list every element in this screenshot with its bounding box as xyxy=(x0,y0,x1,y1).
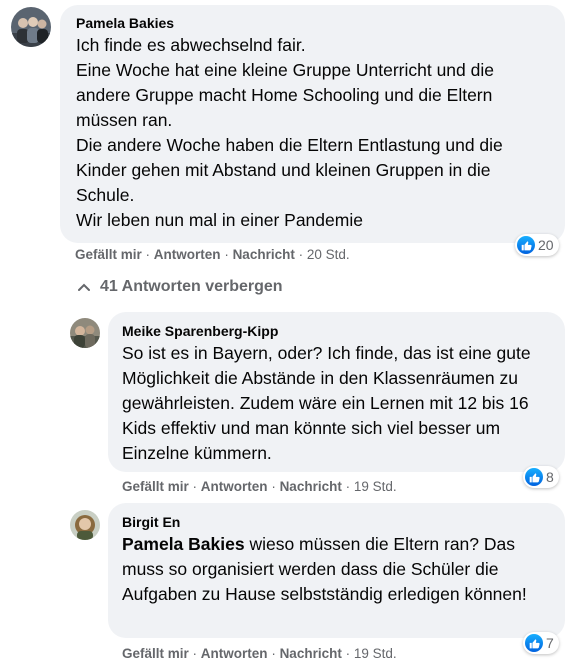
reply-button[interactable]: Antworten xyxy=(154,247,221,262)
timestamp[interactable]: 20 Std. xyxy=(307,247,350,262)
chevron-up-icon xyxy=(78,283,90,291)
reply-actions: Gefällt mir · Antworten · Nachricht · 19… xyxy=(122,478,397,496)
hide-replies-label: 41 Antworten verbergen xyxy=(100,278,283,295)
comment-author[interactable]: Pamela Bakies xyxy=(76,14,551,32)
reply-author[interactable]: Meike Sparenberg-Kipp xyxy=(122,322,551,340)
reaction-count: 8 xyxy=(546,469,554,485)
avatar-photo-icon xyxy=(70,510,100,540)
comment-line: Eine Woche hat eine kleine Gruppe Unterr… xyxy=(76,60,494,130)
separator: · xyxy=(345,479,354,494)
avatar-meike-sparenberg-kipp[interactable] xyxy=(70,318,100,348)
reply-actions: Gefällt mir · Antworten · Nachricht · 19… xyxy=(122,645,397,663)
separator: · xyxy=(345,646,354,661)
separator: · xyxy=(298,247,307,262)
reply-bubble: Meike Sparenberg-Kipp So ist es in Bayer… xyxy=(108,312,565,472)
like-button[interactable]: Gefällt mir xyxy=(122,479,189,494)
hide-replies-toggle[interactable]: 41 Antworten verbergen xyxy=(78,278,283,296)
reaction-count: 20 xyxy=(538,237,554,253)
message-button[interactable]: Nachricht xyxy=(280,479,342,494)
message-button[interactable]: Nachricht xyxy=(280,646,342,661)
like-button[interactable]: Gefällt mir xyxy=(75,247,142,262)
comment-line: Die andere Woche haben die Eltern Entlas… xyxy=(76,135,503,205)
reply-text: Pamela Bakies wieso müssen die Eltern ra… xyxy=(122,532,551,607)
mention-link[interactable]: Pamela Bakies xyxy=(122,534,245,554)
reply-button[interactable]: Antworten xyxy=(201,479,268,494)
separator: · xyxy=(224,247,233,262)
comment-text: Ich finde es abwechselnd fair. Eine Woch… xyxy=(76,33,551,233)
separator: · xyxy=(271,646,280,661)
reply-button[interactable]: Antworten xyxy=(201,646,268,661)
timestamp[interactable]: 19 Std. xyxy=(354,646,397,661)
reply-bubble: Birgit En Pamela Bakies wieso müssen die… xyxy=(108,503,565,638)
reaction-summary[interactable]: 7 xyxy=(523,632,559,654)
avatar-pamela-bakies[interactable] xyxy=(11,7,51,47)
thumbs-up-icon xyxy=(525,468,543,486)
reaction-summary[interactable]: 8 xyxy=(523,466,559,488)
reaction-summary[interactable]: 20 xyxy=(515,234,559,256)
separator: · xyxy=(271,479,280,494)
separator: · xyxy=(192,646,201,661)
separator: · xyxy=(145,247,154,262)
avatar-photo-icon xyxy=(70,318,100,348)
separator: · xyxy=(192,479,201,494)
timestamp[interactable]: 19 Std. xyxy=(354,479,397,494)
comment-bubble: Pamela Bakies Ich finde es abwechselnd f… xyxy=(60,5,565,243)
message-button[interactable]: Nachricht xyxy=(233,247,295,262)
comment-line: Wir leben nun mal in einer Pandemie xyxy=(76,210,363,230)
thumbs-up-icon xyxy=(517,236,535,254)
comment-line: Ich finde es abwechselnd fair. xyxy=(76,35,306,55)
thumbs-up-icon xyxy=(525,634,543,652)
reaction-count: 7 xyxy=(546,635,554,651)
avatar-birgit-en[interactable] xyxy=(70,510,100,540)
like-button[interactable]: Gefällt mir xyxy=(122,646,189,661)
reply-text: So ist es in Bayern, oder? Ich finde, da… xyxy=(122,343,531,463)
avatar-photo-icon xyxy=(11,7,51,47)
reply-author[interactable]: Birgit En xyxy=(122,513,551,531)
comment-actions: Gefällt mir · Antworten · Nachricht · 20… xyxy=(75,246,350,264)
